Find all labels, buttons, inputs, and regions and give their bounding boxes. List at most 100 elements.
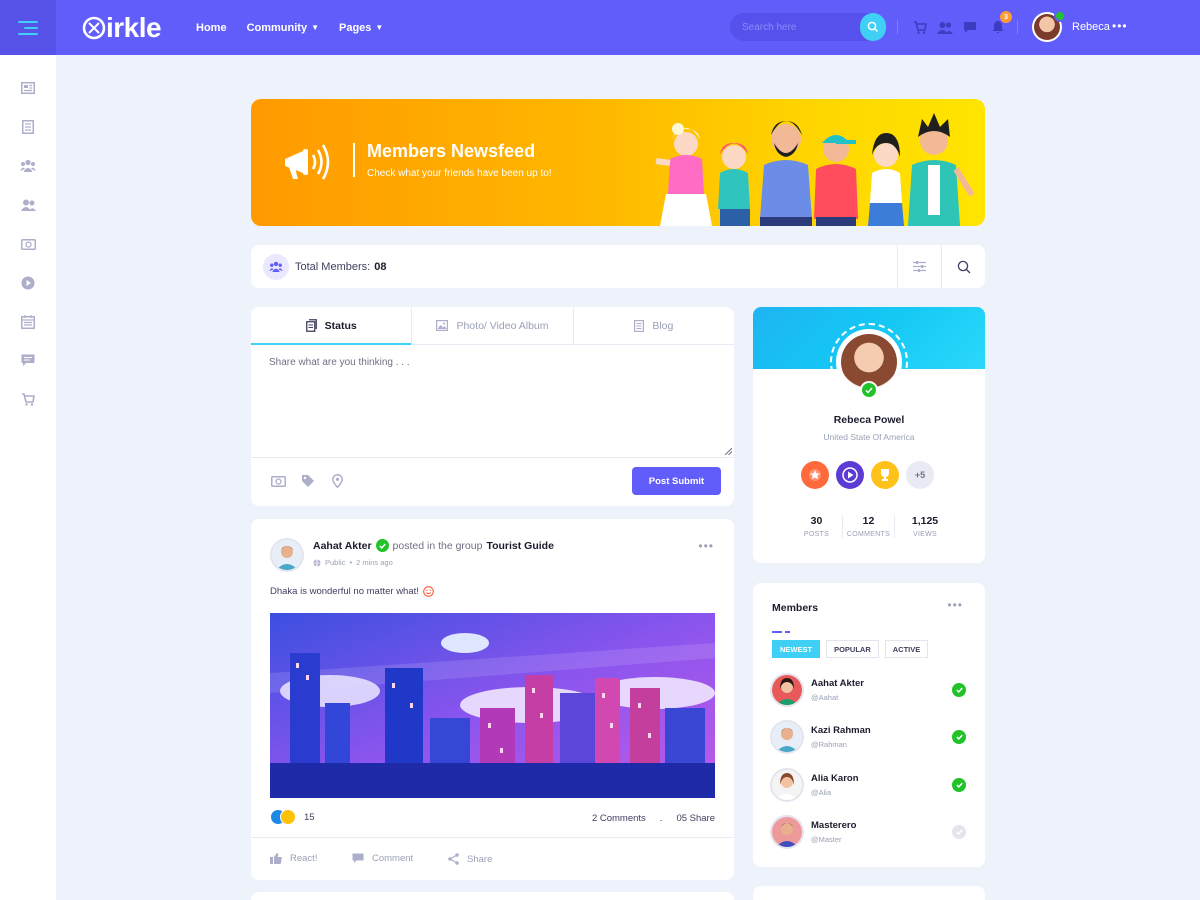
search-input[interactable] xyxy=(742,21,852,33)
sidebar-item-marketplace[interactable] xyxy=(0,380,56,419)
nav-home[interactable]: Home xyxy=(196,22,227,34)
member-item[interactable]: Aahat Akter @Aahat xyxy=(770,673,970,707)
member-item[interactable]: Alia Karon @Alia xyxy=(770,768,970,802)
profile-name[interactable]: Rebeca Powel xyxy=(753,414,985,426)
post-header: Aahat Akter posted in the group Tourist … xyxy=(313,539,554,552)
next-post-card xyxy=(251,892,734,900)
trophy-badge-icon[interactable] xyxy=(871,461,899,489)
posted-in-text: posted in the group xyxy=(392,539,483,552)
post-visibility: Public xyxy=(325,558,346,567)
play-badge-icon[interactable] xyxy=(836,461,864,489)
comments-count-link[interactable]: 2 Comments xyxy=(592,813,646,824)
author-avatar[interactable] xyxy=(270,538,304,572)
resize-handle-icon[interactable] xyxy=(724,447,732,455)
sidebar-item-members[interactable] xyxy=(0,185,56,224)
members-count: 08 xyxy=(374,260,387,273)
smile-emoji-icon xyxy=(423,586,434,597)
filter-popular[interactable]: POPULAR xyxy=(826,640,879,658)
notifications-icon[interactable]: 3 xyxy=(988,11,1012,37)
chevron-down-icon: ▼ xyxy=(311,23,319,32)
sidebar-item-streams[interactable] xyxy=(0,263,56,302)
sidebar-item-badges[interactable] xyxy=(0,224,56,263)
widget-options-icon[interactable]: ••• xyxy=(947,598,963,612)
post-submit-button[interactable]: Post Submit xyxy=(632,467,721,495)
member-name: Aahat Akter xyxy=(811,678,864,689)
member-avatar xyxy=(770,720,804,754)
nav-home-label: Home xyxy=(196,21,227,34)
sidebar-item-groups[interactable] xyxy=(0,146,56,185)
divider xyxy=(897,20,898,34)
star-badge-icon[interactable] xyxy=(801,461,829,489)
stat-label: COMMENTS xyxy=(846,531,891,538)
messages-icon[interactable] xyxy=(960,17,980,37)
share-icon xyxy=(448,853,459,865)
search-icon xyxy=(867,21,879,33)
member-handle: @Master xyxy=(811,835,842,844)
online-status-icon xyxy=(1054,10,1066,22)
stat-value: 30 xyxy=(810,515,823,527)
more-options-icon[interactable]: ••• xyxy=(1112,19,1128,33)
comment-button[interactable]: Comment xyxy=(352,853,413,864)
user-avatar[interactable] xyxy=(1032,10,1066,42)
friends-icon[interactable] xyxy=(935,17,955,37)
member-name: Masterero xyxy=(811,820,857,831)
brand-name: irkle xyxy=(106,11,162,43)
nav-community[interactable]: Community ▼ xyxy=(247,22,319,34)
main-nav: Home Community ▼ Pages ▼ xyxy=(196,22,403,34)
post-group-link[interactable]: Tourist Guide xyxy=(486,540,553,552)
divider xyxy=(1017,20,1018,34)
reaction-count: 15 xyxy=(304,811,315,823)
globe-icon xyxy=(313,558,321,567)
sidebar-item-newsfeed[interactable] xyxy=(0,68,56,107)
post-image[interactable] xyxy=(270,613,715,798)
members-search-button[interactable] xyxy=(941,245,985,288)
status-textarea[interactable] xyxy=(269,357,716,453)
top-navbar: irkle Home Community▼ Pages▼ 3 Rebeca ••… xyxy=(0,0,1200,55)
reaction-summary[interactable]: 15 xyxy=(270,809,315,825)
sidebar-item-messages[interactable] xyxy=(0,341,56,380)
search-button[interactable] xyxy=(860,13,886,41)
profile-card: Rebeca Powel United State Of America +5 … xyxy=(753,307,985,563)
post-options-icon[interactable]: ••• xyxy=(698,539,714,553)
events-icon xyxy=(21,314,35,329)
filter-active[interactable]: ACTIVE xyxy=(884,640,929,658)
add-photo-button[interactable] xyxy=(270,473,286,489)
tab-status[interactable]: Status xyxy=(251,307,413,345)
username[interactable]: Rebeca xyxy=(1072,21,1110,33)
members-icon xyxy=(20,199,36,211)
sidebar-item-events[interactable] xyxy=(0,302,56,341)
add-location-button[interactable] xyxy=(329,473,345,489)
share-button[interactable]: Share xyxy=(448,853,492,865)
menu-toggle-button[interactable] xyxy=(0,0,56,55)
member-item[interactable]: Masterero @Master xyxy=(770,815,970,849)
member-item[interactable]: Kazi Rahman @Rahman xyxy=(770,720,970,754)
brand-logo[interactable]: irkle xyxy=(82,12,172,44)
banner-title: Members Newsfeed xyxy=(367,141,536,161)
post-composer: Status Photo/ Video Album Blog Post Subm… xyxy=(251,307,734,506)
divider xyxy=(251,457,734,458)
profile-badges: +5 xyxy=(801,461,934,489)
post-author[interactable]: Aahat Akter xyxy=(313,540,372,552)
profile-stats: 30 POSTS 12 COMMENTS 1,125 VIEWS xyxy=(791,515,955,538)
photo-icon xyxy=(436,320,449,331)
shares-count-link[interactable]: 05 Share xyxy=(676,813,715,824)
composer-tabs: Status Photo/ Video Album Blog xyxy=(251,307,734,345)
title-underline xyxy=(772,622,790,633)
filter-button[interactable] xyxy=(897,245,941,288)
member-name: Kazi Rahman xyxy=(811,725,871,736)
more-badges-button[interactable]: +5 xyxy=(906,461,934,489)
cart-icon[interactable] xyxy=(910,17,930,37)
filter-newest[interactable]: NEWEST xyxy=(772,640,821,658)
tab-photo-video[interactable]: Photo/ Video Album xyxy=(412,307,574,344)
online-status-icon xyxy=(952,778,966,792)
nav-pages[interactable]: Pages ▼ xyxy=(339,22,383,34)
members-icon xyxy=(263,253,289,280)
avatar-image xyxy=(272,540,302,570)
add-tag-button[interactable] xyxy=(300,473,316,489)
react-button[interactable]: React! xyxy=(270,853,317,864)
tab-blog[interactable]: Blog xyxy=(574,307,734,344)
chevron-down-icon: ▼ xyxy=(375,23,384,32)
sidebar-item-forum[interactable] xyxy=(0,107,56,146)
search-icon xyxy=(957,260,970,273)
post-time: 2 mins ago xyxy=(356,558,393,567)
